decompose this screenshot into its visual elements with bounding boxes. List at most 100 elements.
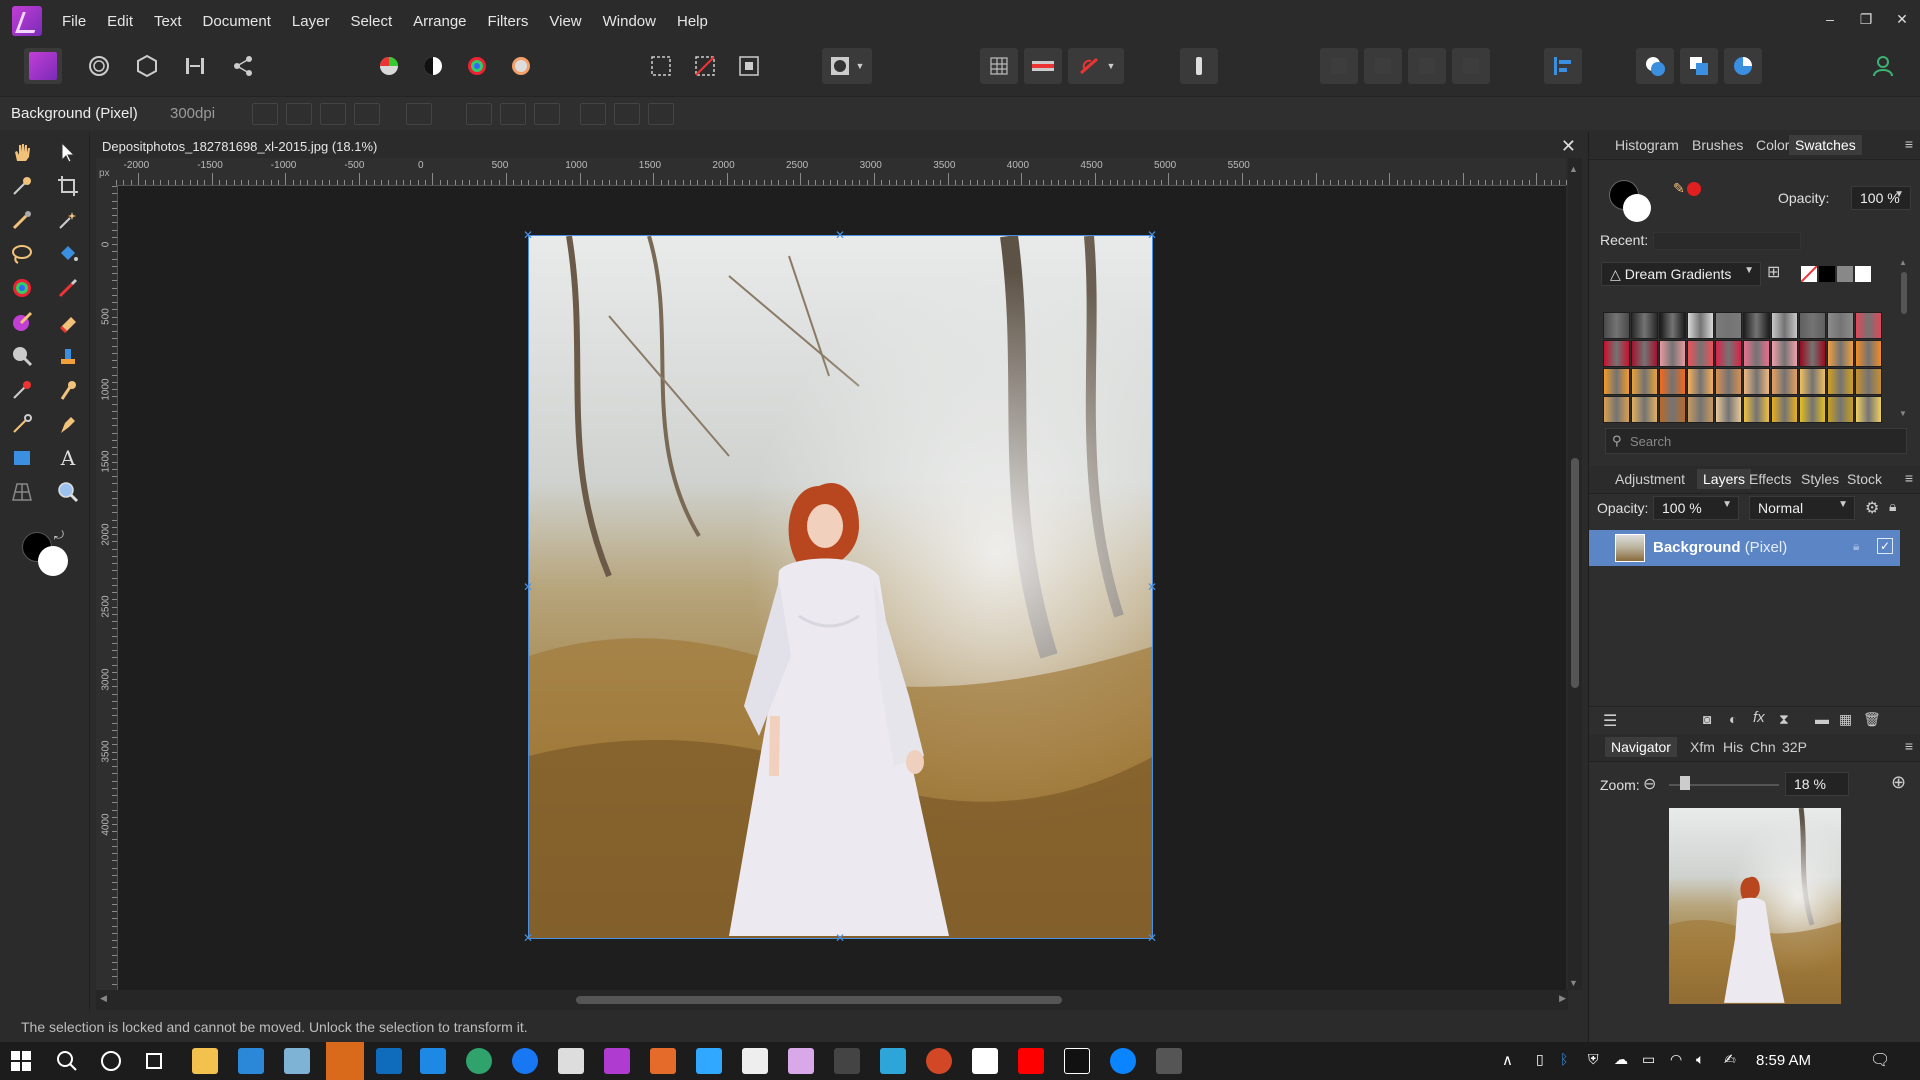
- inpainting-tool-icon[interactable]: [8, 308, 36, 336]
- palette-dropdown[interactable]: △ Dream Gradients ▼: [1601, 262, 1761, 286]
- zoom-field[interactable]: 18 %: [1785, 772, 1849, 796]
- gradient-swatch[interactable]: [1631, 396, 1658, 423]
- align-center-icon[interactable]: [500, 103, 526, 125]
- horizontal-scroll-thumb[interactable]: [576, 996, 1062, 1004]
- swatch-scrollbar[interactable]: ▲ ▼: [1899, 258, 1909, 418]
- mesh-warp-tool-icon[interactable]: [8, 410, 36, 438]
- youtube-icon[interactable]: [1018, 1048, 1044, 1074]
- gradient-swatch[interactable]: [1715, 312, 1742, 339]
- tab-color[interactable]: Color: [1756, 137, 1789, 153]
- gradient-swatch[interactable]: [1799, 368, 1826, 395]
- tab-effects[interactable]: Effects: [1749, 471, 1792, 487]
- affinity-photo-taskbar-icon[interactable]: [604, 1048, 630, 1074]
- gradient-swatch[interactable]: [1771, 312, 1798, 339]
- invert-selection-icon[interactable]: [730, 48, 768, 84]
- active-app-icon[interactable]: [326, 1042, 364, 1080]
- tab-32bit-preview[interactable]: 32P: [1782, 739, 1807, 755]
- gradient-swatch[interactable]: [1827, 368, 1854, 395]
- gradient-swatch[interactable]: [1687, 368, 1714, 395]
- document-image[interactable]: [528, 235, 1153, 939]
- move-tool-icon[interactable]: [54, 138, 82, 166]
- gradient-swatch[interactable]: [1743, 312, 1770, 339]
- chevron-down-icon[interactable]: ▼: [1744, 265, 1754, 276]
- trash-icon[interactable]: 🗑︎: [1863, 711, 1881, 728]
- color-well[interactable]: ⤾: [20, 528, 74, 578]
- dodge-tool-icon[interactable]: [8, 342, 36, 370]
- white-balance-icon[interactable]: [502, 48, 540, 84]
- menu-window[interactable]: Window: [603, 13, 675, 30]
- gradient-swatch[interactable]: [1687, 312, 1714, 339]
- layers-stack-icon[interactable]: ☰: [1603, 711, 1617, 731]
- color-picker-tool-icon[interactable]: [8, 172, 36, 200]
- layer-lock-icon[interactable]: 🔒︎: [1853, 539, 1859, 554]
- smudge-tool-icon[interactable]: [54, 376, 82, 404]
- rectangle-tool-icon[interactable]: [8, 444, 36, 472]
- lock-icon[interactable]: 🔒︎: [1889, 498, 1896, 515]
- blend-mode-dropdown[interactable]: Normal ▼: [1749, 496, 1855, 520]
- dark-app-icon[interactable]: [834, 1048, 860, 1074]
- align-bottom-icon[interactable]: [648, 103, 674, 125]
- menu-help[interactable]: Help: [677, 13, 727, 30]
- arrange-backward-icon[interactable]: [1364, 48, 1402, 84]
- cortana-icon[interactable]: [98, 1048, 124, 1074]
- gradient-swatch[interactable]: [1743, 368, 1770, 395]
- tab-swatches[interactable]: Swatches: [1789, 135, 1862, 155]
- chevron-down-icon[interactable]: ▼: [856, 61, 865, 71]
- cloud-icon[interactable]: ☁: [1614, 1051, 1628, 1068]
- photoshop-icon[interactable]: [696, 1048, 722, 1074]
- gradient-swatch[interactable]: [1715, 340, 1742, 367]
- add-swatch-icon[interactable]: ⊞: [1767, 262, 1780, 282]
- black-swatch[interactable]: [1819, 266, 1835, 282]
- word-icon[interactable]: [420, 1048, 446, 1074]
- gradient-swatch[interactable]: [1603, 396, 1630, 423]
- facebook-icon[interactable]: [512, 1048, 538, 1074]
- context-toolbar-toggle-icon[interactable]: [1180, 48, 1218, 84]
- menu-view[interactable]: View: [549, 13, 600, 30]
- text-tool-icon[interactable]: A: [54, 444, 82, 472]
- gradient-swatch[interactable]: [1855, 368, 1882, 395]
- vertical-ruler[interactable]: 0 500 1000 1500 2000 2500 3000 3500 4000: [96, 186, 118, 990]
- add-pixel-layer-icon[interactable]: ▦: [1839, 711, 1852, 728]
- boolean-intersect-icon[interactable]: [1724, 48, 1762, 84]
- vertical-scrollbar[interactable]: ▲ ▼: [1568, 158, 1582, 990]
- document-tab[interactable]: Depositphotos_182781698_xl-2015.jpg (18.…: [96, 136, 1582, 158]
- windows-start-icon[interactable]: [8, 1048, 34, 1074]
- panel-menu-icon[interactable]: ≡: [1905, 470, 1913, 486]
- tab-styles[interactable]: Styles: [1801, 471, 1839, 487]
- gradient-swatch[interactable]: [1659, 396, 1686, 423]
- gradient-swatch[interactable]: [1687, 340, 1714, 367]
- clone-tool-icon[interactable]: [54, 342, 82, 370]
- align-right-icon[interactable]: [534, 103, 560, 125]
- volume-icon[interactable]: 🔈︎: [1696, 1051, 1704, 1068]
- pen-tool-icon[interactable]: [54, 410, 82, 438]
- gradient-swatch[interactable]: [1631, 368, 1658, 395]
- paint-brush-tool-icon[interactable]: [54, 274, 82, 302]
- calendar-icon[interactable]: [238, 1048, 264, 1074]
- user-account-icon[interactable]: [1864, 48, 1902, 84]
- color-replacement-tool-icon[interactable]: [8, 274, 36, 302]
- transform-icon[interactable]: [354, 103, 380, 125]
- tab-adjustment[interactable]: Adjustment: [1615, 471, 1685, 487]
- zoom-tool-icon[interactable]: [54, 478, 82, 506]
- security-icon[interactable]: ⛨: [1588, 1051, 1599, 1068]
- grid-icon[interactable]: [980, 48, 1018, 84]
- deselect-icon[interactable]: [686, 48, 724, 84]
- gradient-swatch[interactable]: [1799, 340, 1826, 367]
- media-app-icon[interactable]: [788, 1048, 814, 1074]
- gradient-swatch[interactable]: [1771, 340, 1798, 367]
- wifi-icon[interactable]: ◠: [1670, 1051, 1682, 1068]
- contrast-icon[interactable]: [414, 48, 452, 84]
- photo-persona-icon[interactable]: [24, 48, 62, 84]
- folder-icon[interactable]: ▬: [1815, 711, 1829, 727]
- menu-text[interactable]: Text: [154, 13, 201, 30]
- swap-colors-icon[interactable]: ⤾: [54, 528, 64, 543]
- reset-transform-icon[interactable]: [406, 103, 432, 125]
- pen-icon[interactable]: ✍: [1724, 1051, 1736, 1068]
- perspective-tool-icon[interactable]: [8, 478, 36, 506]
- zoom-slider-knob[interactable]: [1679, 776, 1690, 790]
- layer-visibility-checkbox[interactable]: ✓: [1877, 538, 1893, 554]
- fx-icon[interactable]: fx: [1753, 709, 1765, 726]
- close-button[interactable]: ✕: [1884, 0, 1920, 38]
- diamond-app-icon[interactable]: [880, 1048, 906, 1074]
- flood-select-tool-icon[interactable]: [54, 206, 82, 234]
